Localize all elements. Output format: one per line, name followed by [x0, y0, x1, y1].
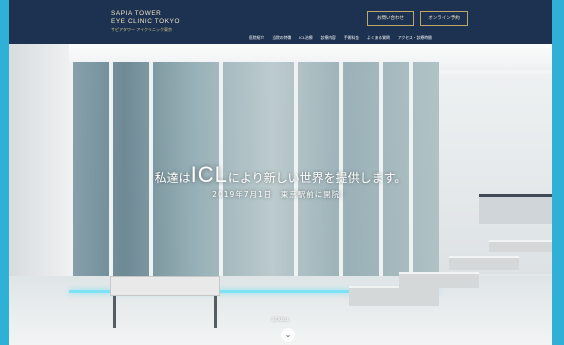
nav-item-icl[interactable]: ICL治療: [299, 35, 312, 41]
nav-item-about[interactable]: 医院紹介: [249, 35, 264, 41]
logo-en-line2: EYE CLINIC TOKYO: [111, 18, 181, 25]
bench-leg: [214, 296, 217, 328]
main-nav: 医院紹介 当院の特徴 ICL治療 診療内容 手術料金 よくある質問 アクセス・診…: [249, 35, 432, 41]
hero-section: 私達はICLにより新しい世界を提供します。 2019年7月1日 東京駅前に開院！…: [9, 44, 552, 345]
catch-icl: ICL: [190, 162, 228, 187]
nav-item-services[interactable]: 診療内容: [321, 35, 336, 41]
hero-bench: [110, 276, 220, 296]
hero-subcopy: 2019年7月1日 東京駅前に開院！: [212, 190, 349, 199]
site-header: SAPIA TOWER EYE CLINIC TOKYO サピアタワー アイクリ…: [9, 0, 552, 44]
contact-button[interactable]: お問い合わせ: [367, 11, 414, 26]
logo-en-line1: SAPIA TOWER: [111, 10, 162, 17]
scroll-label: SCROLL: [271, 318, 290, 323]
site-logo[interactable]: SAPIA TOWER EYE CLINIC TOKYO サピアタワー アイクリ…: [111, 10, 180, 33]
online-reservation-button[interactable]: オンライン予約: [420, 11, 468, 26]
nav-item-faq[interactable]: よくある質問: [367, 35, 390, 41]
catch-suffix: により新しい世界を提供します。: [227, 171, 407, 185]
catch-prefix: 私達は: [154, 171, 191, 185]
bench-leg: [113, 296, 116, 328]
hero-step: [349, 286, 439, 306]
nav-item-features[interactable]: 当院の特徴: [272, 35, 291, 41]
hero-step: [489, 240, 552, 252]
chevron-down-icon[interactable]: ⌄: [281, 328, 295, 342]
nav-item-fees[interactable]: 手術料金: [344, 35, 359, 41]
nav-item-access[interactable]: アクセス・診療時間: [398, 35, 432, 41]
browser-viewport: SAPIA TOWER EYE CLINIC TOKYO サピアタワー アイクリ…: [9, 0, 552, 345]
hero-step: [449, 256, 519, 270]
logo-ja: サピアタワー アイクリニック東京: [111, 27, 172, 32]
hero-step: [399, 272, 479, 288]
hero-catchcopy: 私達はICLにより新しい世界を提供します。: [9, 162, 552, 188]
